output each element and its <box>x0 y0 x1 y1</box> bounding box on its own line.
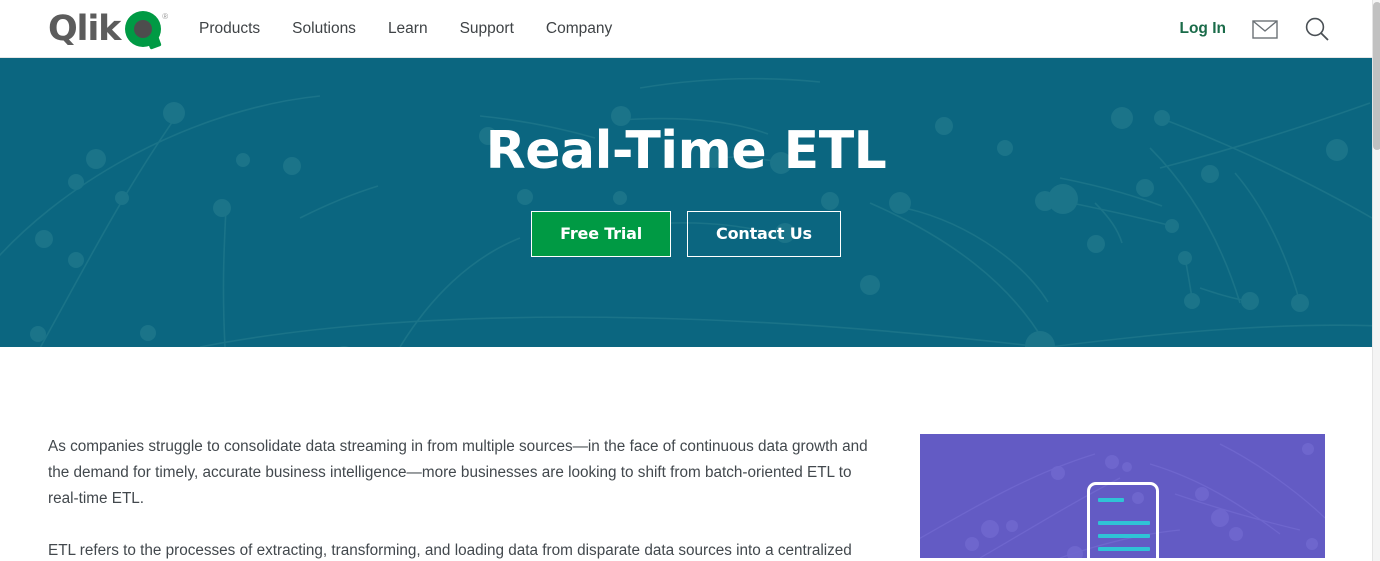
page-title: Real-Time ETL <box>485 121 887 181</box>
document-card-icon <box>1087 482 1159 558</box>
doc-line-3 <box>1098 534 1150 538</box>
envelope-icon[interactable] <box>1252 19 1278 39</box>
document-illustration <box>920 434 1325 558</box>
nav-item-company[interactable]: Company <box>546 20 612 38</box>
qlik-q-mark-icon <box>125 11 162 50</box>
nav-item-learn[interactable]: Learn <box>388 20 428 38</box>
hero-section: Real-Time ETL Free Trial Contact Us <box>0 58 1372 347</box>
browser-viewport: Qlik ® Products Solutions Learn Support … <box>0 0 1372 561</box>
nav-item-products[interactable]: Products <box>199 20 260 38</box>
trademark-symbol: ® <box>162 12 169 21</box>
page-scrollbar[interactable] <box>1372 0 1380 561</box>
contact-us-button[interactable]: Contact Us <box>687 210 841 257</box>
nav-item-solutions[interactable]: Solutions <box>292 20 356 38</box>
intro-copy: As companies struggle to consolidate dat… <box>48 434 876 561</box>
header-actions: Log In <box>1180 0 1331 58</box>
site-header: Qlik ® Products Solutions Learn Support … <box>0 0 1372 58</box>
qlik-logo[interactable]: Qlik ® <box>48 8 169 50</box>
main-navigation: Products Solutions Learn Support Company <box>199 0 612 58</box>
free-trial-button[interactable]: Free Trial <box>531 210 672 257</box>
nav-item-support[interactable]: Support <box>460 20 514 38</box>
paragraph-2: ETL refers to the processes of extractin… <box>48 542 852 559</box>
doc-line-2 <box>1098 521 1150 525</box>
search-icon[interactable] <box>1304 16 1330 42</box>
doc-line-1 <box>1098 498 1124 502</box>
hero-cta-group: Free Trial Contact Us <box>531 210 841 257</box>
scrollbar-thumb[interactable] <box>1373 2 1380 150</box>
page-root: Qlik ® Products Solutions Learn Support … <box>0 0 1380 561</box>
content-section: As companies struggle to consolidate dat… <box>0 347 1372 561</box>
paragraph-1: As companies struggle to consolidate dat… <box>48 438 868 507</box>
login-link[interactable]: Log In <box>1180 20 1227 38</box>
doc-line-4 <box>1098 547 1150 551</box>
logo-wordmark: Qlik <box>48 8 121 49</box>
